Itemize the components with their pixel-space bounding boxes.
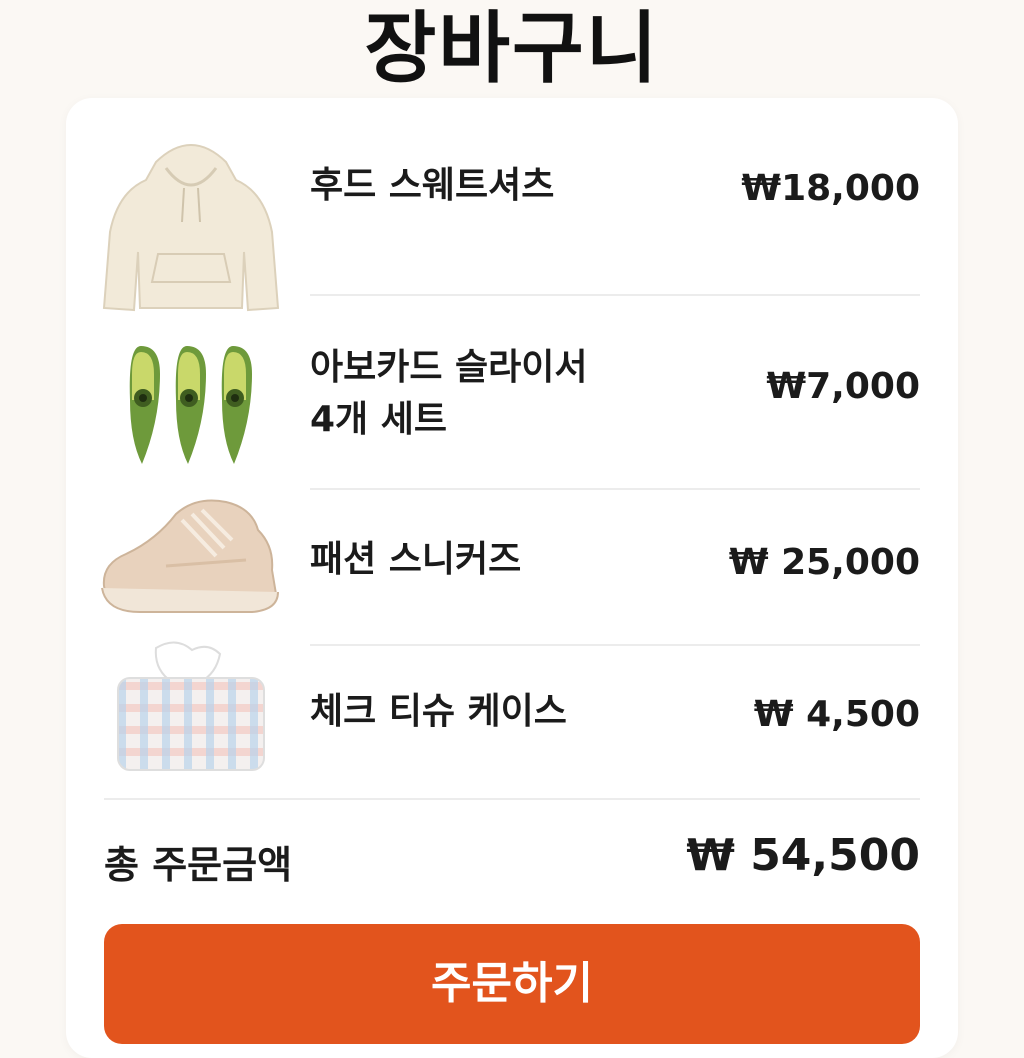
item-name: 체크 티슈 케이스 bbox=[310, 691, 567, 732]
hoodie-image bbox=[102, 144, 280, 312]
cart-item-tissue-case[interactable]: 체크 티슈 케이스 ₩ 4,500 bbox=[66, 641, 958, 798]
sneakers-image bbox=[101, 499, 279, 613]
total-value: ₩ 54,500 bbox=[686, 830, 920, 881]
total-label: 총 주문금액 bbox=[104, 843, 293, 887]
cart-item-avocado-slicer[interactable]: 아보카드 슬라이서 4개 세트 ₩7,000 bbox=[66, 296, 958, 488]
item-name-line1: 아보카드 슬라이서 bbox=[310, 347, 588, 388]
item-price: ₩ 25,000 bbox=[728, 542, 920, 583]
cart-item-sneakers[interactable]: 패션 스니커즈 ₩ 25,000 bbox=[66, 490, 958, 644]
order-button[interactable]: 주문하기 bbox=[104, 924, 920, 1044]
item-price: ₩18,000 bbox=[741, 168, 920, 209]
item-name-line2: 4개 세트 bbox=[310, 399, 447, 440]
cart-card: 후드 스웨트셔츠 ₩18,000 아보카드 슬라이서 4개 세트 ₩7,000 … bbox=[66, 98, 958, 1058]
avocado-slicer-image bbox=[129, 346, 252, 464]
item-price: ₩ 4,500 bbox=[753, 694, 920, 735]
item-name: 패션 스니커즈 bbox=[310, 539, 522, 580]
cart-item-hoodie[interactable]: 후드 스웨트셔츠 ₩18,000 bbox=[66, 98, 958, 312]
page-title: 장바구니 bbox=[364, 4, 660, 94]
item-name: 아보카드 슬라이서 4개 세트 bbox=[310, 342, 588, 446]
tissue-case-image bbox=[117, 641, 265, 771]
item-price: ₩7,000 bbox=[766, 366, 920, 407]
divider bbox=[104, 798, 920, 800]
item-name: 후드 스웨트셔츠 bbox=[310, 165, 555, 206]
